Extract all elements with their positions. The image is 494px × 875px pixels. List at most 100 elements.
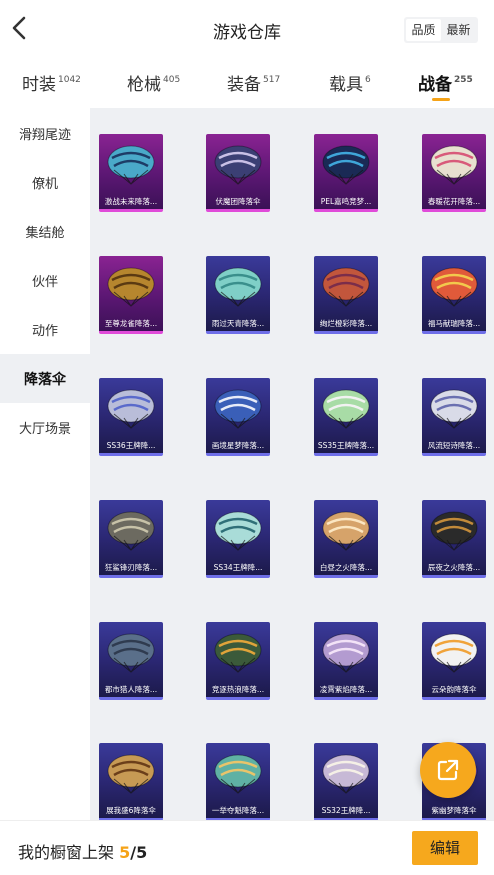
active-tab-indicator (432, 98, 450, 101)
parachute-icon (430, 633, 478, 673)
parachute-card[interactable]: 雨过天青降落... (206, 256, 270, 334)
parachute-card[interactable]: 狂鲨锋刃降落... (99, 500, 163, 578)
parachute-icon (107, 267, 155, 307)
sidebar-item-glide-trail[interactable]: 滑翔尾迹 (0, 108, 90, 158)
parachute-icon (322, 511, 370, 551)
parachute-card[interactable]: 福马献瑞降落... (422, 256, 486, 334)
showcase-label: 我的橱窗上架 (18, 843, 115, 862)
tab-count: 6 (365, 75, 371, 85)
parachute-icon (214, 633, 262, 673)
parachute-icon (107, 633, 155, 673)
showcase-total: 5 (136, 843, 148, 862)
parachute-icon (214, 145, 262, 185)
sort-toggle: 品质 最新 (404, 17, 478, 43)
sidebar-item-wingman[interactable]: 僚机 (0, 158, 90, 207)
tab-label: 装备 (227, 75, 261, 95)
parachute-card[interactable]: 展我盛6降落伞 (99, 743, 163, 820)
category-tabs: 时装 1042 枪械 405 装备 517 载具 6 战备 255 (0, 58, 494, 108)
edit-button[interactable]: 编辑 (412, 831, 478, 865)
parachute-icon (322, 389, 370, 429)
parachute-name: 白昼之火降落... (319, 563, 373, 572)
parachute-name: SS36王牌降... (106, 441, 156, 450)
sort-quality-button[interactable]: 品质 (406, 19, 441, 41)
parachute-card[interactable]: 激战未来降落... (99, 134, 163, 212)
parachute-card[interactable]: 春暖花开降落... (422, 134, 486, 212)
sidebar-item-parachute[interactable]: 降落伞 (0, 354, 90, 403)
tab-label: 战备 (418, 75, 452, 95)
bottom-bar: 我的橱窗上架 5/5 编辑 (0, 820, 494, 875)
parachute-icon (322, 145, 370, 185)
parachute-icon (214, 754, 262, 794)
parachute-card[interactable]: 辰夜之火降落... (422, 500, 486, 578)
parachute-name: 凌霄紫焰降落... (319, 685, 373, 694)
parachute-name: 画境星梦降落... (211, 441, 265, 450)
tab-vehicles[interactable]: 载具 6 (329, 70, 371, 95)
tab-count: 405 (163, 75, 181, 85)
parachute-icon (322, 754, 370, 794)
parachute-icon (214, 511, 262, 551)
parachute-name: 雨过天青降落... (211, 319, 265, 328)
parachute-icon (107, 754, 155, 794)
parachute-icon (107, 389, 155, 429)
parachute-card[interactable]: 白昼之火降落... (314, 500, 378, 578)
parachute-card[interactable]: PEL嘉鸣竞梦... (314, 134, 378, 212)
parachute-name: 风流短诗降落... (427, 441, 481, 450)
showcase-status: 我的橱窗上架 5/5 (18, 839, 147, 863)
tab-fashion[interactable]: 时装 1042 (22, 70, 81, 95)
parachute-card[interactable]: 风流短诗降落... (422, 378, 486, 456)
parachute-card[interactable]: 一举夺魁降落... (206, 743, 270, 820)
parachute-card[interactable]: 伏魔团降落伞 (206, 134, 270, 212)
tab-label: 枪械 (127, 75, 161, 95)
tab-count: 517 (263, 75, 281, 85)
parachute-card[interactable]: 至尊龙雀降落... (99, 256, 163, 334)
showcase-current: 5 (119, 843, 131, 862)
tab-equipment[interactable]: 装备 517 (227, 70, 280, 95)
parachute-card[interactable]: 都市猎人降落... (99, 622, 163, 700)
tab-supplies[interactable]: 战备 255 (418, 70, 473, 101)
sidebar-item-emote[interactable]: 动作 (0, 305, 90, 354)
parachute-name: 至尊龙雀降落... (104, 319, 158, 328)
parachute-icon (322, 633, 370, 673)
parachute-name: 激战未来降落... (104, 197, 158, 206)
sidebar-item-lobby-scene[interactable]: 大厅场景 (0, 403, 90, 452)
top-bar: 游戏仓库 品质 最新 (0, 0, 494, 58)
parachute-card[interactable]: 云朵韵降落伞 (422, 622, 486, 700)
sidebar-item-companion[interactable]: 伙伴 (0, 256, 90, 305)
tab-count: 255 (454, 75, 473, 85)
parachute-name: 春暖花开降落... (427, 197, 481, 206)
parachute-card[interactable]: 绚烂橙彩降落... (314, 256, 378, 334)
tab-label: 载具 (329, 75, 363, 95)
sidebar-item-rally-pod[interactable]: 集结舱 (0, 207, 90, 256)
parachute-name: 都市猎人降落... (104, 685, 158, 694)
parachute-card[interactable]: 凌霄紫焰降落... (314, 622, 378, 700)
parachute-card[interactable]: SS35王牌降落... (314, 378, 378, 456)
parachute-icon (214, 267, 262, 307)
item-grid-area[interactable]: 激战未来降落... 伏魔团降落伞 PEL嘉鸣竞梦... 春暖花开降落... 至尊龙雀降落… (90, 108, 494, 820)
share-button[interactable] (420, 742, 476, 798)
parachute-card[interactable]: 画境星梦降落... (206, 378, 270, 456)
parachute-name: 绚烂橙彩降落... (319, 319, 373, 328)
parachute-name: 福马献瑞降落... (427, 319, 481, 328)
parachute-name: SS32王牌降... (321, 806, 371, 815)
parachute-card[interactable]: SS36王牌降... (99, 378, 163, 456)
parachute-name: SS34王牌降... (213, 563, 263, 572)
parachute-card[interactable]: 竞逐热浪降落... (206, 622, 270, 700)
parachute-name: 伏魔团降落伞 (215, 197, 261, 206)
parachute-name: SS35王牌降落... (317, 441, 375, 450)
parachute-name: 竞逐热浪降落... (211, 685, 265, 694)
parachute-card[interactable]: SS34王牌降... (206, 500, 270, 578)
tab-count: 1042 (58, 75, 81, 85)
sidebar: 滑翔尾迹 僚机 集结舱 伙伴 动作 降落伞 大厅场景 (0, 108, 90, 820)
parachute-name: 一举夺魁降落... (211, 806, 265, 815)
parachute-name: 辰夜之火降落... (427, 563, 481, 572)
parachute-name: 云朵韵降落伞 (431, 685, 477, 694)
parachute-name: 紫幽梦降落伞 (431, 806, 477, 815)
tab-firearms[interactable]: 枪械 405 (127, 70, 180, 95)
parachute-card[interactable]: SS32王牌降... (314, 743, 378, 820)
share-icon (437, 759, 459, 781)
parachute-name: 狂鲨锋刃降落... (104, 563, 158, 572)
sort-latest-button[interactable]: 最新 (441, 19, 476, 41)
tab-label: 时装 (22, 75, 56, 95)
parachute-icon (322, 267, 370, 307)
parachute-icon (214, 389, 262, 429)
